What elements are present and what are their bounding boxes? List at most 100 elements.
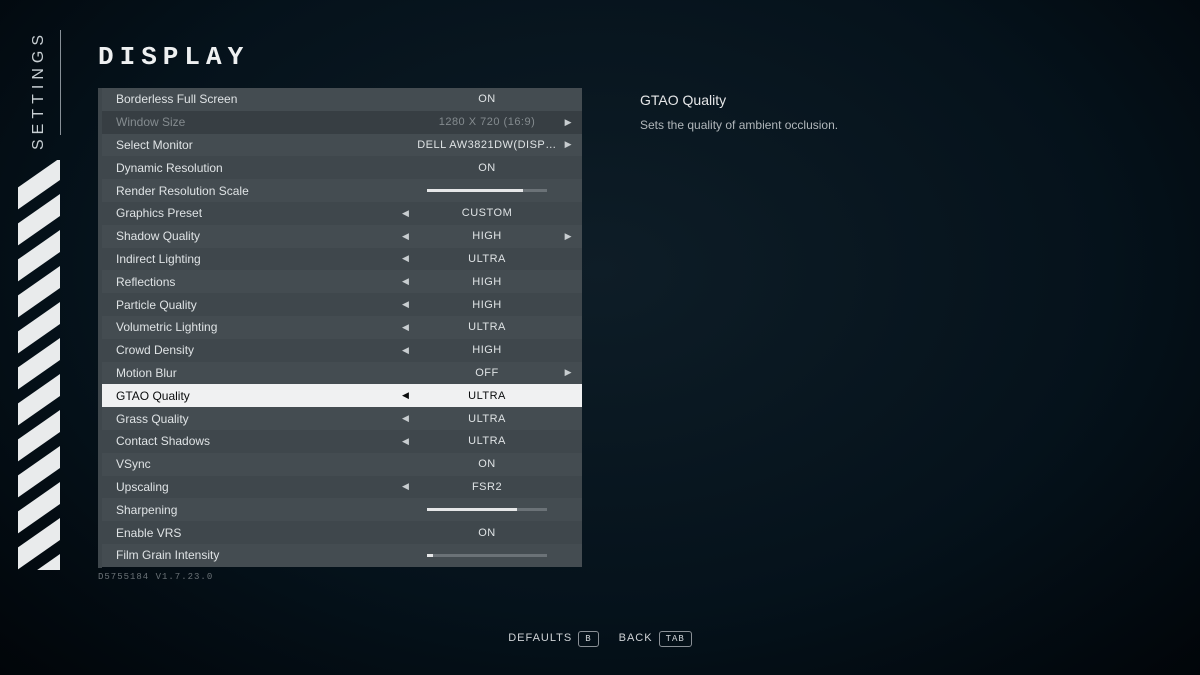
slider-fill [427,189,523,192]
setting-label: Volumetric Lighting [116,320,402,334]
slider-track[interactable] [427,554,547,557]
setting-label: Render Resolution Scale [116,184,402,198]
setting-label: VSync [116,457,402,471]
arrow-left-icon[interactable]: ◀ [402,276,409,287]
setting-value[interactable]: ◀ ULTRA [402,321,572,333]
setting-value[interactable]: ON [402,527,572,539]
setting-row[interactable]: Window Size 1280 X 720 (16:9) ▶ [102,111,582,134]
arrow-left-icon[interactable]: ◀ [402,436,409,447]
vertical-divider [60,30,61,135]
setting-value[interactable] [402,554,572,557]
setting-label: Film Grain Intensity [116,548,402,562]
setting-row[interactable]: VSync ON [102,453,582,476]
setting-row[interactable]: Sharpening [102,498,582,521]
description-body: Sets the quality of ambient occlusion. [640,118,1080,132]
defaults-hint[interactable]: DEFAULTSB [508,631,598,647]
page-title: DISPLAY [98,42,249,72]
setting-value[interactable]: ◀ FSR2 [402,481,572,493]
settings-vertical-label: SETTINGS [30,30,48,150]
value-text: HIGH [472,276,502,288]
slider-track[interactable] [427,508,547,511]
arrow-right-icon[interactable]: ▶ [565,367,572,378]
setting-value[interactable]: ◀ HIGH [402,299,572,311]
setting-label: Enable VRS [116,526,402,540]
value-text: OFF [475,367,499,379]
slider-fill [427,554,433,557]
setting-row[interactable]: GTAO Quality◀ULTRA [102,384,582,407]
setting-value[interactable]: ON [402,93,572,105]
setting-value[interactable]: ON [402,162,572,174]
arrow-left-icon[interactable]: ◀ [402,299,409,310]
setting-label: Contact Shadows [116,434,402,448]
setting-value[interactable]: ◀ HIGH ▶ [402,230,572,242]
setting-value[interactable]: 1280 X 720 (16:9) ▶ [402,116,572,128]
setting-value[interactable]: ◀ ULTRA [402,413,572,425]
arrow-left-icon[interactable]: ◀ [402,481,409,492]
setting-value[interactable]: ◀CUSTOM [402,207,572,219]
setting-row[interactable]: Enable VRSON [102,521,582,544]
setting-value[interactable]: ◀ULTRA [402,390,572,402]
setting-row[interactable]: Indirect Lighting◀ULTRA [102,248,582,271]
arrow-left-icon[interactable]: ◀ [402,253,409,264]
setting-row[interactable]: Motion Blur OFF ▶ [102,362,582,385]
setting-value[interactable]: ON [402,458,572,470]
arrow-left-icon[interactable]: ◀ [402,413,409,424]
setting-row[interactable]: Render Resolution Scale [102,179,582,202]
setting-row[interactable]: Crowd Density◀ HIGH [102,339,582,362]
value-text: ULTRA [468,253,506,265]
footer-hints: DEFAULTSB BACKTAB [0,631,1200,647]
settings-list[interactable]: Borderless Full ScreenONWindow Size1280 … [98,88,582,568]
setting-row[interactable]: Select MonitorDELL AW3821DW(DISP…▶ [102,134,582,157]
arrow-left-icon[interactable]: ◀ [402,345,409,356]
setting-value[interactable]: ◀ HIGH [402,276,572,288]
value-text: ULTRA [468,321,506,333]
value-text: HIGH [472,299,502,311]
setting-value[interactable] [402,189,572,192]
setting-label: Shadow Quality [116,229,402,243]
arrow-left-icon[interactable]: ◀ [402,390,409,401]
value-text: HIGH [472,344,502,356]
arrow-left-icon[interactable]: ◀ [402,208,409,219]
setting-label: Dynamic Resolution [116,161,402,175]
description-title: GTAO Quality [640,92,1080,108]
slider-track[interactable] [427,189,547,192]
setting-row[interactable]: Volumetric Lighting◀ ULTRA [102,316,582,339]
value-text: 1280 X 720 (16:9) [439,116,536,128]
value-text: ON [478,458,496,470]
setting-row[interactable]: Borderless Full ScreenON [102,88,582,111]
setting-value[interactable] [402,508,572,511]
setting-label: Upscaling [116,480,402,494]
arrow-left-icon[interactable]: ◀ [402,322,409,333]
setting-label: Crowd Density [116,343,402,357]
hazard-stripes [18,160,60,570]
setting-row[interactable]: Particle Quality◀ HIGH [102,293,582,316]
value-text: FSR2 [472,481,502,493]
value-text: HIGH [472,230,502,242]
setting-label: Motion Blur [116,366,402,380]
setting-value[interactable]: DELL AW3821DW(DISP… ▶ [402,139,572,151]
setting-row[interactable]: Shadow Quality◀ HIGH ▶ [102,225,582,248]
arrow-left-icon[interactable]: ◀ [402,231,409,242]
arrow-right-icon[interactable]: ▶ [565,231,572,242]
setting-value[interactable]: ◀ ULTRA [402,253,572,265]
setting-value[interactable]: OFF ▶ [402,367,572,379]
setting-row[interactable]: Reflections◀HIGH [102,270,582,293]
back-hint[interactable]: BACKTAB [619,631,692,647]
setting-value[interactable]: ◀ HIGH [402,344,572,356]
setting-row[interactable]: Graphics Preset◀CUSTOM [102,202,582,225]
setting-row[interactable]: Upscaling◀ FSR2 [102,476,582,499]
value-text: DELL AW3821DW(DISP… [417,139,557,151]
setting-row[interactable]: Dynamic ResolutionON [102,156,582,179]
setting-label: Grass Quality [116,412,402,426]
value-text: ULTRA [468,413,506,425]
keycap-b: B [578,631,598,647]
setting-label: Sharpening [116,503,402,517]
setting-label: Window Size [116,115,402,129]
setting-row[interactable]: Contact Shadows◀ULTRA [102,430,582,453]
setting-row[interactable]: Film Grain Intensity [102,544,582,567]
arrow-right-icon[interactable]: ▶ [565,139,572,150]
arrow-right-icon[interactable]: ▶ [565,117,572,128]
setting-row[interactable]: Grass Quality◀ ULTRA [102,407,582,430]
setting-value[interactable]: ◀ULTRA [402,435,572,447]
setting-label: Particle Quality [116,298,402,312]
